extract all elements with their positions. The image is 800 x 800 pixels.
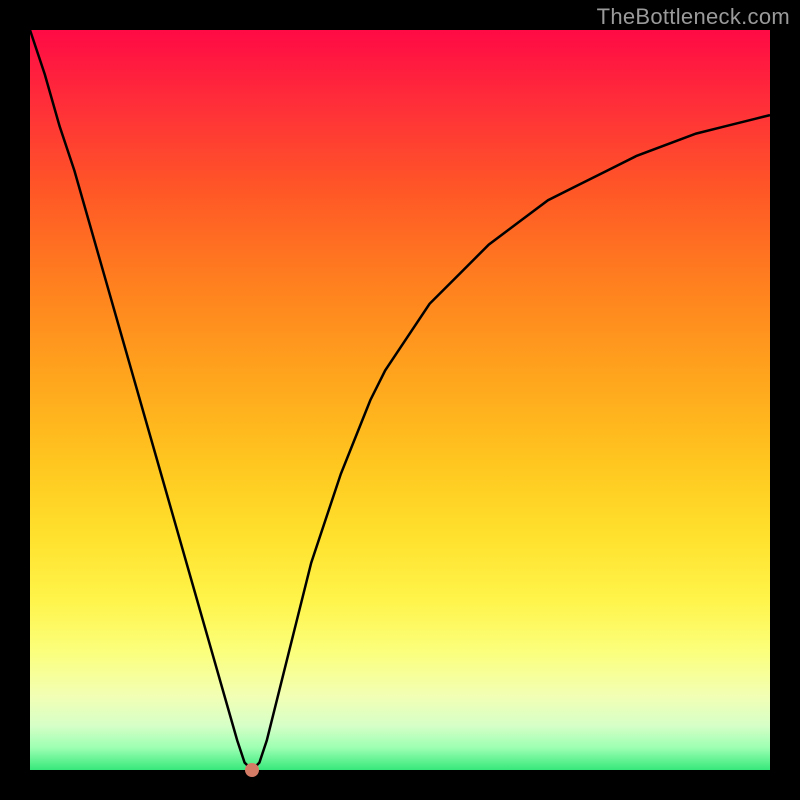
chart-frame: TheBottleneck.com [0, 0, 800, 800]
watermark-text: TheBottleneck.com [597, 4, 790, 30]
bottleneck-curve [30, 30, 770, 770]
curve-line [30, 30, 770, 770]
plot-area [30, 30, 770, 770]
minimum-marker [245, 763, 259, 777]
